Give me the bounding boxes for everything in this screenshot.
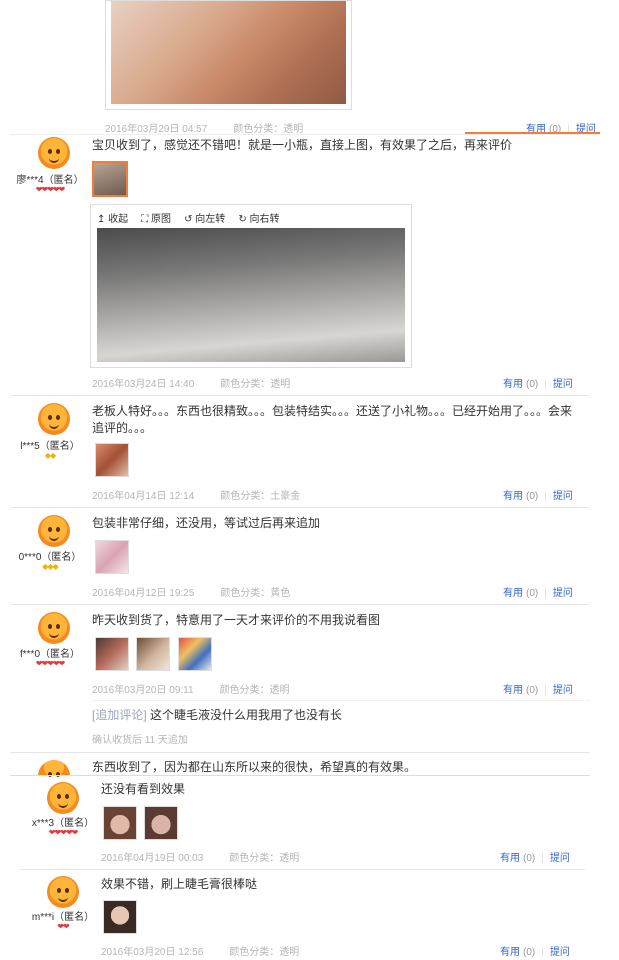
ask-button[interactable]: 提问 bbox=[553, 491, 573, 502]
rank-badge: ❤❤ bbox=[57, 922, 69, 931]
username: m***i（匿名） bbox=[31, 912, 95, 923]
rank-badge: ◆◆ bbox=[44, 451, 56, 460]
username: l***5（匿名） bbox=[20, 441, 80, 452]
avatar bbox=[47, 782, 79, 814]
username: 0***0（匿名） bbox=[18, 552, 82, 563]
append-meta: 确认收货后 11 天追加 bbox=[92, 735, 188, 746]
useful-button[interactable]: 有用 bbox=[503, 685, 523, 696]
review-meta: 2016年03月24日 14:40 颜色分类：透明 bbox=[92, 379, 291, 390]
review-photo-thumb[interactable] bbox=[103, 806, 137, 840]
review-text: 效果不错，刷上睫毛膏很棒哒 bbox=[101, 877, 258, 891]
useful-control: 有用 (0) | 提问 bbox=[503, 588, 573, 599]
useful-control: 有用 (0) | 提问 bbox=[503, 491, 573, 502]
append-tag: [追加评论] bbox=[92, 708, 147, 722]
rank-badge: ◆◆◆ bbox=[42, 562, 58, 571]
useful-control: 有用 (0) | 提问 bbox=[503, 379, 573, 390]
review-meta: 2016年04月14日 12:14 颜色分类：土豪金 bbox=[92, 491, 301, 502]
useful-button[interactable]: 有用 bbox=[503, 379, 523, 390]
review-text: 宝贝收到了，感觉还不错吧！就是一小瓶，直接上图，有效果了之后，再来评价 bbox=[92, 138, 513, 152]
useful-control: 有用 (0) | 提问 bbox=[500, 947, 570, 958]
review-meta: 2016年04月12日 19:25 颜色分类：黄色 bbox=[92, 588, 291, 599]
review-text: 东西收到了，因为都在山东所以来的很快，希望真的有效果。 bbox=[92, 760, 417, 774]
avatar bbox=[38, 403, 70, 435]
review-photo-thumb[interactable] bbox=[95, 443, 129, 477]
avatar bbox=[38, 515, 70, 547]
original-button[interactable]: ⛶ 原图 bbox=[141, 214, 171, 225]
ask-button[interactable]: 提问 bbox=[553, 588, 573, 599]
review-text: 包装非常仔细，还没用，等试过后再来追加 bbox=[92, 516, 321, 530]
username: 廖***4（匿名） bbox=[16, 175, 84, 186]
useful-button[interactable]: 有用 bbox=[503, 588, 523, 599]
rotate-right-button[interactable]: ↻ 向右转 bbox=[238, 214, 279, 225]
review-photo-thumb[interactable] bbox=[144, 806, 178, 840]
avatar bbox=[38, 137, 70, 169]
photo-toolbar: ↥ 收起 ⛶ 原图 ↺ 向左转 ↻ 向右转 bbox=[97, 210, 289, 225]
ask-button[interactable]: 提问 bbox=[553, 685, 573, 696]
ask-button[interactable]: 提问 bbox=[553, 379, 573, 390]
review-photo-thumb[interactable] bbox=[95, 540, 129, 574]
review-text: 昨天收到货了，特意用了一天才来评价的不用我说看图 bbox=[92, 613, 381, 627]
avatar bbox=[47, 876, 79, 908]
useful-button[interactable]: 有用 bbox=[503, 491, 523, 502]
rotate-left-button[interactable]: ↺ 向左转 bbox=[184, 214, 225, 225]
rank-badge: ❤❤❤❤❤ bbox=[35, 185, 66, 194]
review-photo-thumb[interactable] bbox=[95, 637, 129, 671]
review-photo-thumb[interactable] bbox=[178, 637, 212, 671]
ask-button[interactable]: 提问 bbox=[550, 947, 570, 958]
review-photo-thumb[interactable] bbox=[136, 637, 170, 671]
review-meta: 2016年03月20日 12:56 颜色分类：透明 bbox=[101, 947, 300, 958]
review-text: 老板人特好。。。东西也很精致。。。包装特结实。。。还送了小礼物。。。已经开始用了… bbox=[92, 404, 573, 435]
photo-viewer: ↥ 收起 ⛶ 原图 ↺ 向左转 ↻ 向右转 bbox=[90, 204, 412, 368]
review-meta: 2016年03月20日 09:11 颜色分类：透明 bbox=[92, 685, 290, 696]
useful-button[interactable]: 有用 bbox=[500, 853, 520, 864]
useful-control: 有用 (0) | 提问 bbox=[503, 685, 573, 696]
review-meta: 2016年03月29日 04:57 颜色分类：透明 bbox=[105, 124, 304, 135]
rank-badge: ❤❤❤❤❤ bbox=[35, 659, 66, 668]
username: x***3（匿名） bbox=[31, 818, 95, 829]
collapse-button[interactable]: ↥ 收起 bbox=[97, 214, 128, 225]
useful-control: 有用 (0) | 提问 bbox=[500, 853, 570, 864]
rank-badge: ❤❤❤❤❤ bbox=[48, 828, 79, 837]
review-photo-large[interactable] bbox=[97, 228, 405, 362]
avatar bbox=[38, 612, 70, 644]
review-photo-thumb[interactable] bbox=[92, 161, 128, 197]
review-text: 还没有看到效果 bbox=[101, 782, 186, 796]
review-photo-large[interactable] bbox=[105, 0, 352, 110]
append-review: [追加评论] 这个睫毛液没什么用我用了也没有长 bbox=[92, 708, 343, 722]
useful-button[interactable]: 有用 bbox=[500, 947, 520, 958]
review-photo-thumb[interactable] bbox=[103, 900, 137, 934]
username: f***0（匿名） bbox=[19, 649, 80, 660]
review-meta: 2016年04月19日 00:03 颜色分类：透明 bbox=[101, 853, 300, 864]
ask-button[interactable]: 提问 bbox=[550, 853, 570, 864]
avatar bbox=[38, 760, 70, 777]
